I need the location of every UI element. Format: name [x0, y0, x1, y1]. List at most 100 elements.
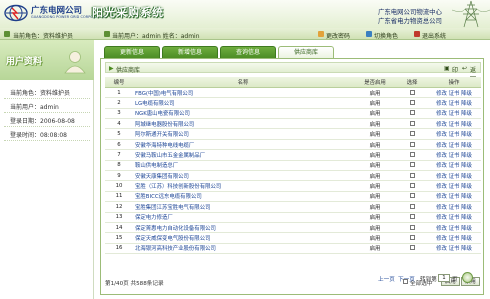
divider — [4, 140, 90, 141]
cell-operations[interactable]: 修改 证书 降级 — [427, 243, 481, 255]
cell-supplier-name[interactable]: 保定天威保变电气股份有限公司 — [133, 232, 353, 244]
col-header-enabled: 是否启用 — [353, 77, 397, 88]
cell-supplier-name[interactable]: 阿尔斯通开关有限公司 — [133, 128, 353, 140]
cell-select — [397, 201, 427, 213]
cell-select — [397, 232, 427, 244]
page-number-input[interactable]: 1 — [438, 274, 450, 282]
table-row: 3 NGK唐山电瓷有限公司 启用 修改 证书 降级 — [105, 108, 481, 120]
cell-operations[interactable]: 修改 证书 降级 — [427, 180, 481, 192]
pager: 上一页 下一页 转到第 1 页 — [100, 272, 484, 299]
cell-supplier-name[interactable]: 宝胜BICC远东电缆有限公司 — [133, 191, 353, 203]
cell-supplier-name[interactable]: 北海银河高科技产业股份有限公司 — [133, 243, 353, 255]
cell-supplier-name[interactable]: FBG(中国)电气有限公司 — [133, 87, 353, 99]
table-row: 1 FBG(中国)电气有限公司 启用 修改 证书 降级 — [105, 87, 481, 99]
cell-select — [397, 108, 427, 120]
switch-role-link[interactable]: 切换角色 — [374, 31, 398, 40]
row-checkbox[interactable] — [409, 99, 415, 105]
cell-select — [397, 170, 427, 182]
row-checkbox[interactable] — [409, 172, 415, 178]
cell-operations[interactable]: 修改 证书 降级 — [427, 97, 481, 109]
table-row: 9 安徽天康集团有限公司 启用 修改 证书 降级 — [105, 170, 481, 182]
avatar-icon — [64, 51, 86, 74]
cell-supplier-name[interactable]: LG电缆有限公司 — [133, 97, 353, 109]
table-row: 11 宝胜BICC远东电缆有限公司 启用 修改 证书 降级 — [105, 191, 481, 203]
next-page-link[interactable]: 下一页 — [398, 275, 415, 283]
user-profile-banner: 用户资料 — [0, 40, 94, 80]
cell-supplier-name[interactable]: 保定菁惠电力自动化设备有限公司 — [133, 222, 353, 234]
prev-page-link[interactable]: 上一页 — [378, 275, 395, 283]
cell-operations[interactable]: 修改 证书 降级 — [427, 128, 481, 140]
divider — [4, 112, 90, 113]
sidebar-login-date: 登录日期：2006-08-08 — [10, 118, 75, 125]
cell-enabled: 启用 — [353, 128, 397, 140]
app-header: 广东电网公司 GUANGDONG POWER GRID CORPORATION … — [0, 0, 490, 28]
cell-no: 1 — [105, 87, 133, 99]
table-row: 15 保定天威保变电气股份有限公司 启用 修改 证书 降级 — [105, 232, 481, 244]
row-checkbox[interactable] — [409, 110, 415, 116]
cell-enabled: 启用 — [353, 232, 397, 244]
cell-operations[interactable]: 修改 证书 降级 — [427, 108, 481, 120]
row-checkbox[interactable] — [409, 120, 415, 126]
current-user-text: 当前用户：admin 姓名：admin — [112, 32, 200, 40]
row-checkbox[interactable] — [409, 151, 415, 157]
table-header-row: 编号 名称 是否启用 选择 操作 — [105, 77, 481, 88]
row-checkbox[interactable] — [409, 183, 415, 189]
cell-operations[interactable]: 修改 证书 降级 — [427, 160, 481, 172]
cell-no: 15 — [105, 232, 133, 244]
cell-operations[interactable]: 修改 证书 降级 — [427, 149, 481, 161]
col-header-select: 选择 — [397, 77, 427, 88]
cell-operations[interactable]: 修改 证书 降级 — [427, 222, 481, 234]
row-checkbox[interactable] — [409, 193, 415, 199]
cell-supplier-name[interactable]: 宝胜（江苏）科技创新股份有限公司 — [133, 180, 353, 192]
panel-title: 供应商库 — [116, 66, 141, 74]
cell-no: 10 — [105, 180, 133, 192]
table-row: 7 安徽马鞍山市五金金属制品厂 启用 修改 证书 降级 — [105, 149, 481, 161]
tab-add-info[interactable]: 新增信息 — [162, 46, 218, 58]
cell-operations[interactable]: 修改 证书 降级 — [427, 201, 481, 213]
cell-operations[interactable]: 修改 证书 降级 — [427, 232, 481, 244]
cell-operations[interactable]: 修改 证书 降级 — [427, 212, 481, 223]
cell-supplier-name[interactable]: 宝胜集团江苏宝胜电气有限公司 — [133, 201, 353, 213]
cell-supplier-name[interactable]: NGK唐山电瓷有限公司 — [133, 108, 353, 120]
cell-operations[interactable]: 修改 证书 降级 — [427, 191, 481, 203]
row-checkbox[interactable] — [409, 131, 415, 137]
cell-operations[interactable]: 修改 证书 降级 — [427, 170, 481, 182]
key-icon — [318, 31, 324, 37]
go-button-icon[interactable] — [462, 272, 473, 283]
row-checkbox[interactable] — [409, 162, 415, 168]
cell-operations[interactable]: 修改 证书 降级 — [427, 118, 481, 130]
cell-select — [397, 128, 427, 140]
row-checkbox[interactable] — [409, 224, 415, 230]
row-checkbox[interactable] — [409, 203, 415, 209]
row-checkbox[interactable] — [409, 141, 415, 147]
cell-supplier-name[interactable]: 鞍山供电制造总厂 — [133, 160, 353, 172]
row-checkbox[interactable] — [409, 214, 415, 220]
cell-select — [397, 97, 427, 109]
row-checkbox[interactable] — [409, 245, 415, 251]
sidebar: 用户资料 当前角色：资料维护员 当前用户：admin 登录日期：2006-08-… — [0, 40, 94, 299]
cell-operations[interactable]: 修改 证书 降级 — [427, 87, 481, 99]
logout-link[interactable]: 退出系统 — [422, 31, 446, 40]
cell-no: 7 — [105, 149, 133, 161]
cell-select — [397, 222, 427, 234]
cell-supplier-name[interactable]: 安徽华海特种电线电缆厂 — [133, 139, 353, 151]
cell-no: 13 — [105, 212, 133, 223]
cell-select — [397, 149, 427, 161]
tab-query-info[interactable]: 查询信息 — [220, 46, 276, 58]
row-checkbox[interactable] — [409, 89, 415, 95]
row-checkbox[interactable] — [409, 235, 415, 241]
print-button[interactable]: 印 — [452, 65, 458, 74]
back-icon[interactable]: ↩ — [462, 65, 467, 72]
change-password-link[interactable]: 更改密码 — [326, 31, 350, 40]
cell-supplier-name[interactable]: 安徽马鞍山市五金金属制品厂 — [133, 149, 353, 161]
cell-supplier-name[interactable]: 安徽天康集团有限公司 — [133, 170, 353, 182]
tab-update-info[interactable]: 更新信息 — [104, 46, 160, 58]
user-profile-label: 用户资料 — [6, 57, 43, 67]
cell-supplier-name[interactable]: 阿城继电器股份有限公司 — [133, 118, 353, 130]
cell-select — [397, 139, 427, 151]
col-header-name: 名称 — [133, 77, 353, 88]
cell-operations[interactable]: 修改 证书 降级 — [427, 139, 481, 151]
print-icon[interactable]: ▣ — [444, 65, 450, 72]
cell-no: 14 — [105, 222, 133, 234]
cell-supplier-name[interactable]: 保定电力修造厂 — [133, 212, 353, 223]
